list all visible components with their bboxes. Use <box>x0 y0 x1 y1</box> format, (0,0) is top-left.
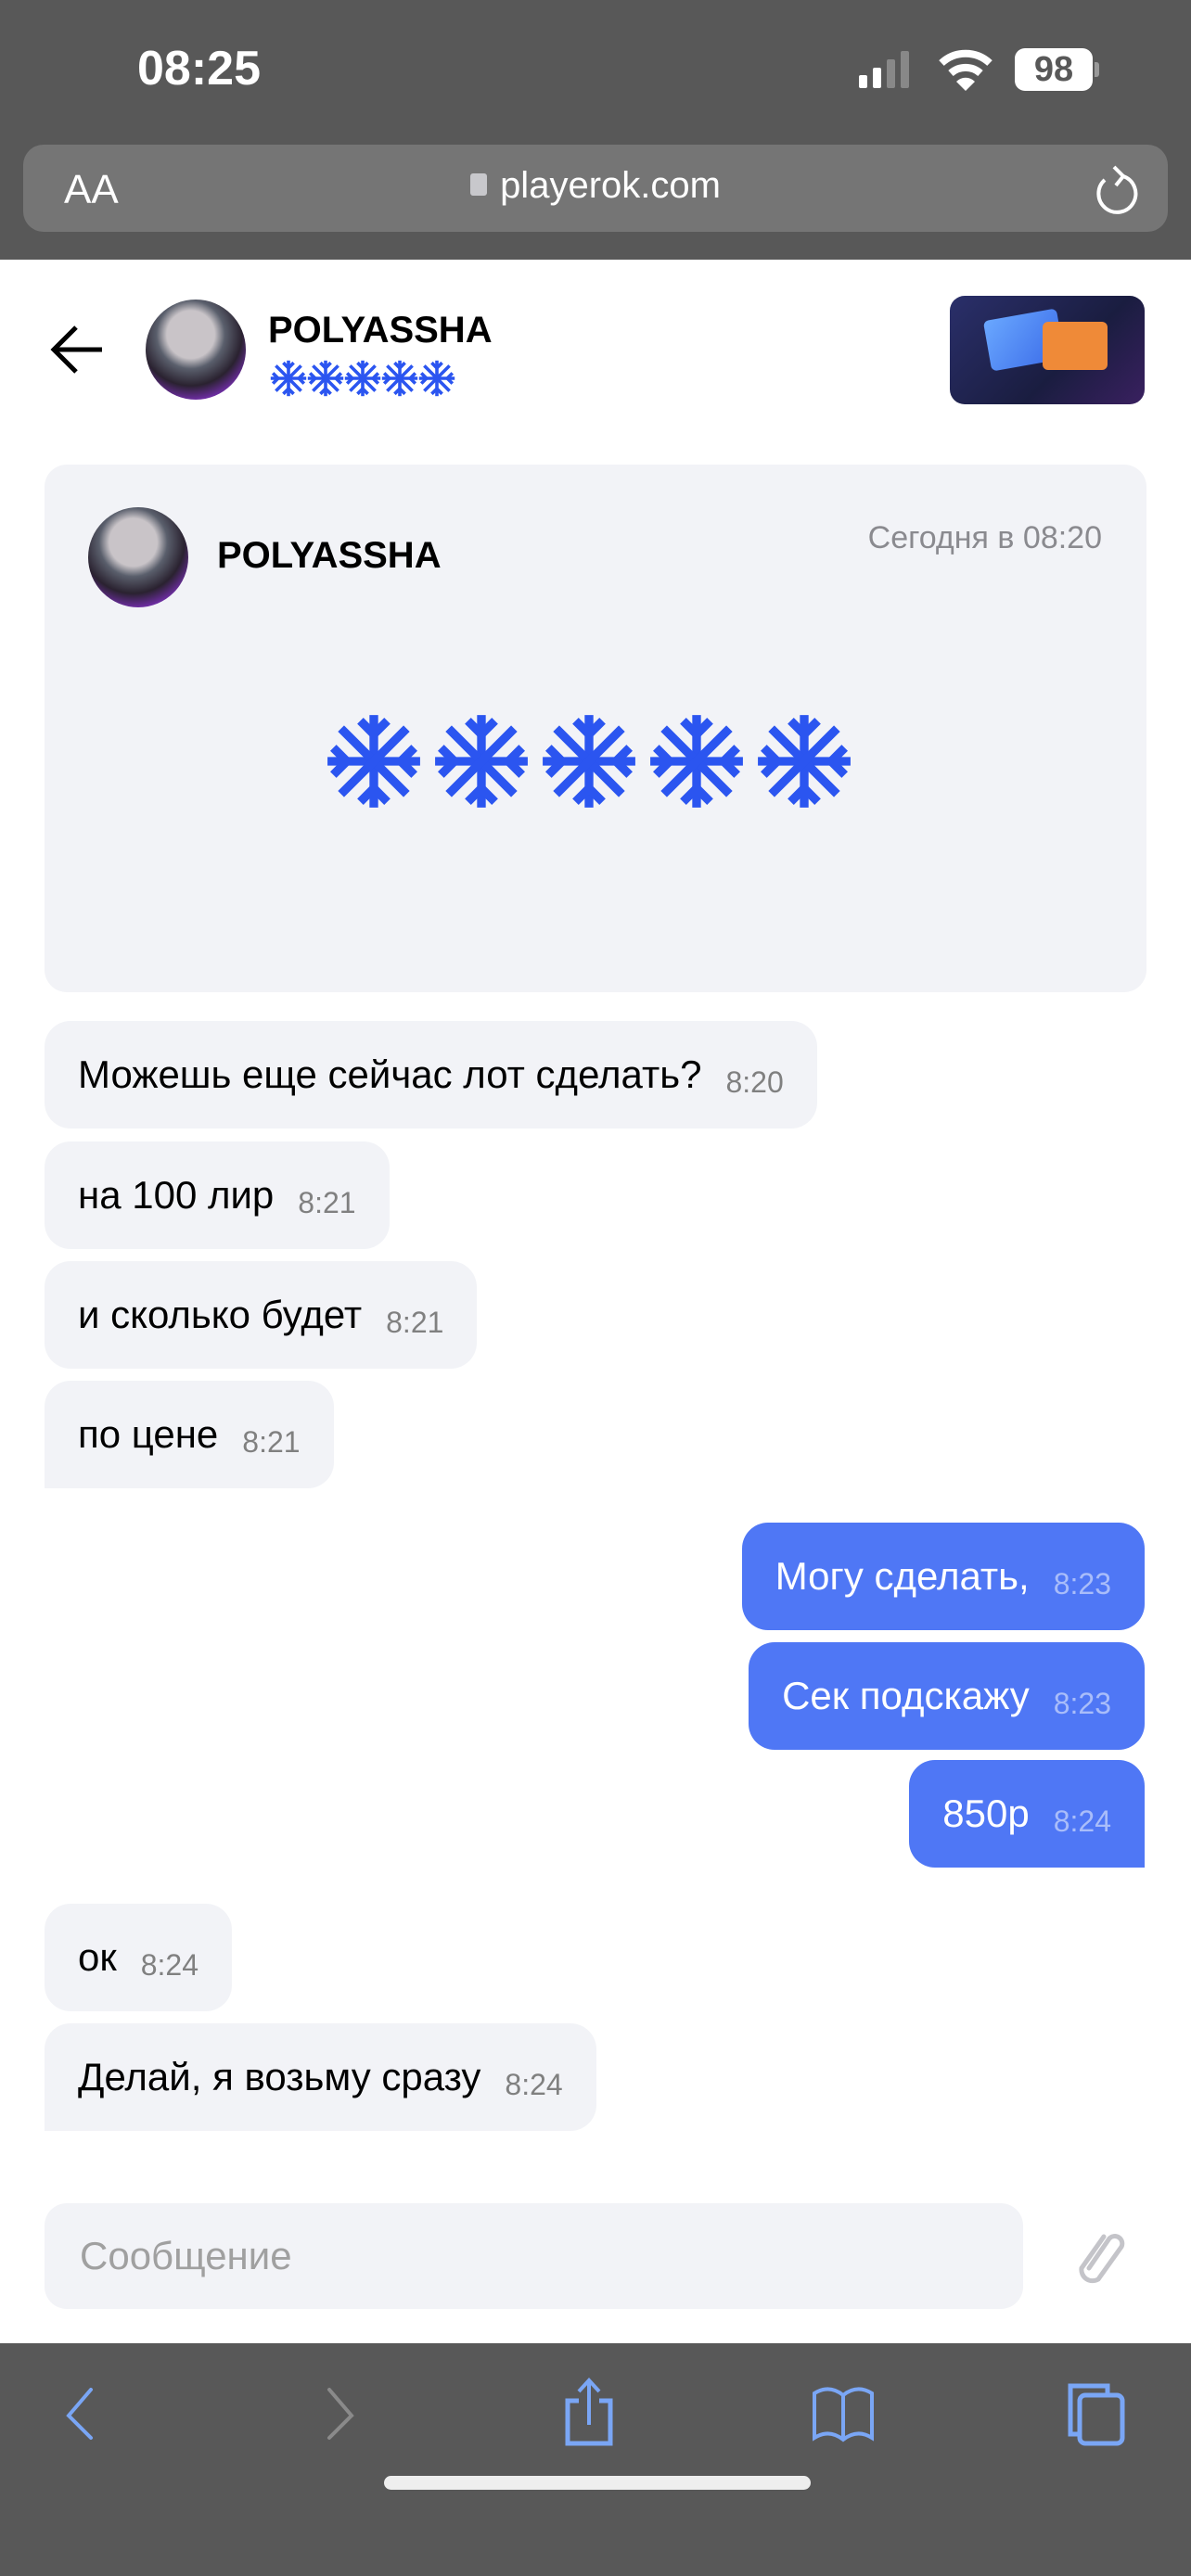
seller-name[interactable]: POLYASSHA <box>268 310 493 351</box>
browser-toolbar <box>0 2343 1191 2576</box>
star-icon <box>648 713 745 810</box>
message-time: 8:24 <box>505 2067 563 2101</box>
star-icon <box>433 713 530 810</box>
star-icon <box>307 360 344 397</box>
review-date: Сегодня в 08:20 <box>867 520 1102 555</box>
message-time: 8:24 <box>140 1947 199 1982</box>
message-incoming: Делай, я возьму сразу 8:24 <box>45 2023 596 2131</box>
reviewer-avatar <box>88 507 188 607</box>
message-incoming: и сколько будет 8:21 <box>45 1261 478 1369</box>
star-icon <box>381 360 418 397</box>
message-time: 8:24 <box>1053 1804 1111 1838</box>
message-time: 8:21 <box>242 1424 301 1459</box>
lock-icon <box>470 173 488 196</box>
message-outgoing: 850р 8:24 <box>909 1760 1145 1868</box>
message-incoming: по цене 8:21 <box>45 1381 334 1488</box>
message-time: 8:23 <box>1053 1686 1111 1720</box>
status-time: 08:25 <box>137 42 261 96</box>
lot-thumbnail[interactable] <box>950 296 1145 404</box>
gift-card-image <box>1043 322 1108 370</box>
message-input[interactable] <box>45 2203 1023 2309</box>
rating-stars <box>270 360 455 402</box>
home-indicator <box>384 2476 811 2490</box>
share-icon[interactable] <box>560 2377 618 2447</box>
star-icon <box>418 360 455 397</box>
battery-indicator: 98 <box>1015 48 1093 91</box>
attach-paperclip-icon[interactable] <box>1076 2227 1128 2285</box>
star-icon <box>541 713 637 810</box>
reload-icon[interactable] <box>1092 163 1140 215</box>
tabs-icon[interactable] <box>1063 2380 1128 2447</box>
back-icon[interactable] <box>63 2388 100 2443</box>
star-icon <box>270 360 307 397</box>
review-card: POLYASSHA Сегодня в 08:20 <box>45 465 1146 992</box>
url-field[interactable]: playerok.com <box>23 165 1168 207</box>
message-incoming: ок 8:24 <box>45 1904 233 2011</box>
message-time: 8:21 <box>386 1305 444 1339</box>
message-outgoing: Могу сделать, 8:23 <box>741 1523 1145 1630</box>
address-bar[interactable]: AA playerok.com <box>23 145 1168 232</box>
message-time: 8:20 <box>725 1065 784 1099</box>
wifi-icon <box>939 49 992 91</box>
star-icon <box>326 713 422 810</box>
star-icon <box>344 360 381 397</box>
forward-icon[interactable] <box>320 2388 357 2443</box>
message-time: 8:23 <box>1053 1566 1111 1600</box>
battery-tip <box>1095 62 1099 77</box>
status-bar: 08:25 98 AA playerok.com <box>0 0 1191 260</box>
review-rating <box>326 713 852 814</box>
message-time: 8:21 <box>298 1185 356 1219</box>
reviewer-name: POLYASSHA <box>217 535 442 576</box>
message-incoming: Можешь еще сейчас лот сделать? 8:20 <box>45 1021 817 1129</box>
avatar[interactable] <box>146 300 246 400</box>
message-incoming: на 100 лир 8:21 <box>45 1141 390 1249</box>
star-icon <box>756 713 852 810</box>
back-arrow-icon[interactable] <box>50 325 104 375</box>
message-outgoing: Сек подскажу 8:23 <box>749 1642 1145 1750</box>
signal-icon <box>859 51 909 88</box>
bookmarks-icon[interactable] <box>809 2384 877 2443</box>
